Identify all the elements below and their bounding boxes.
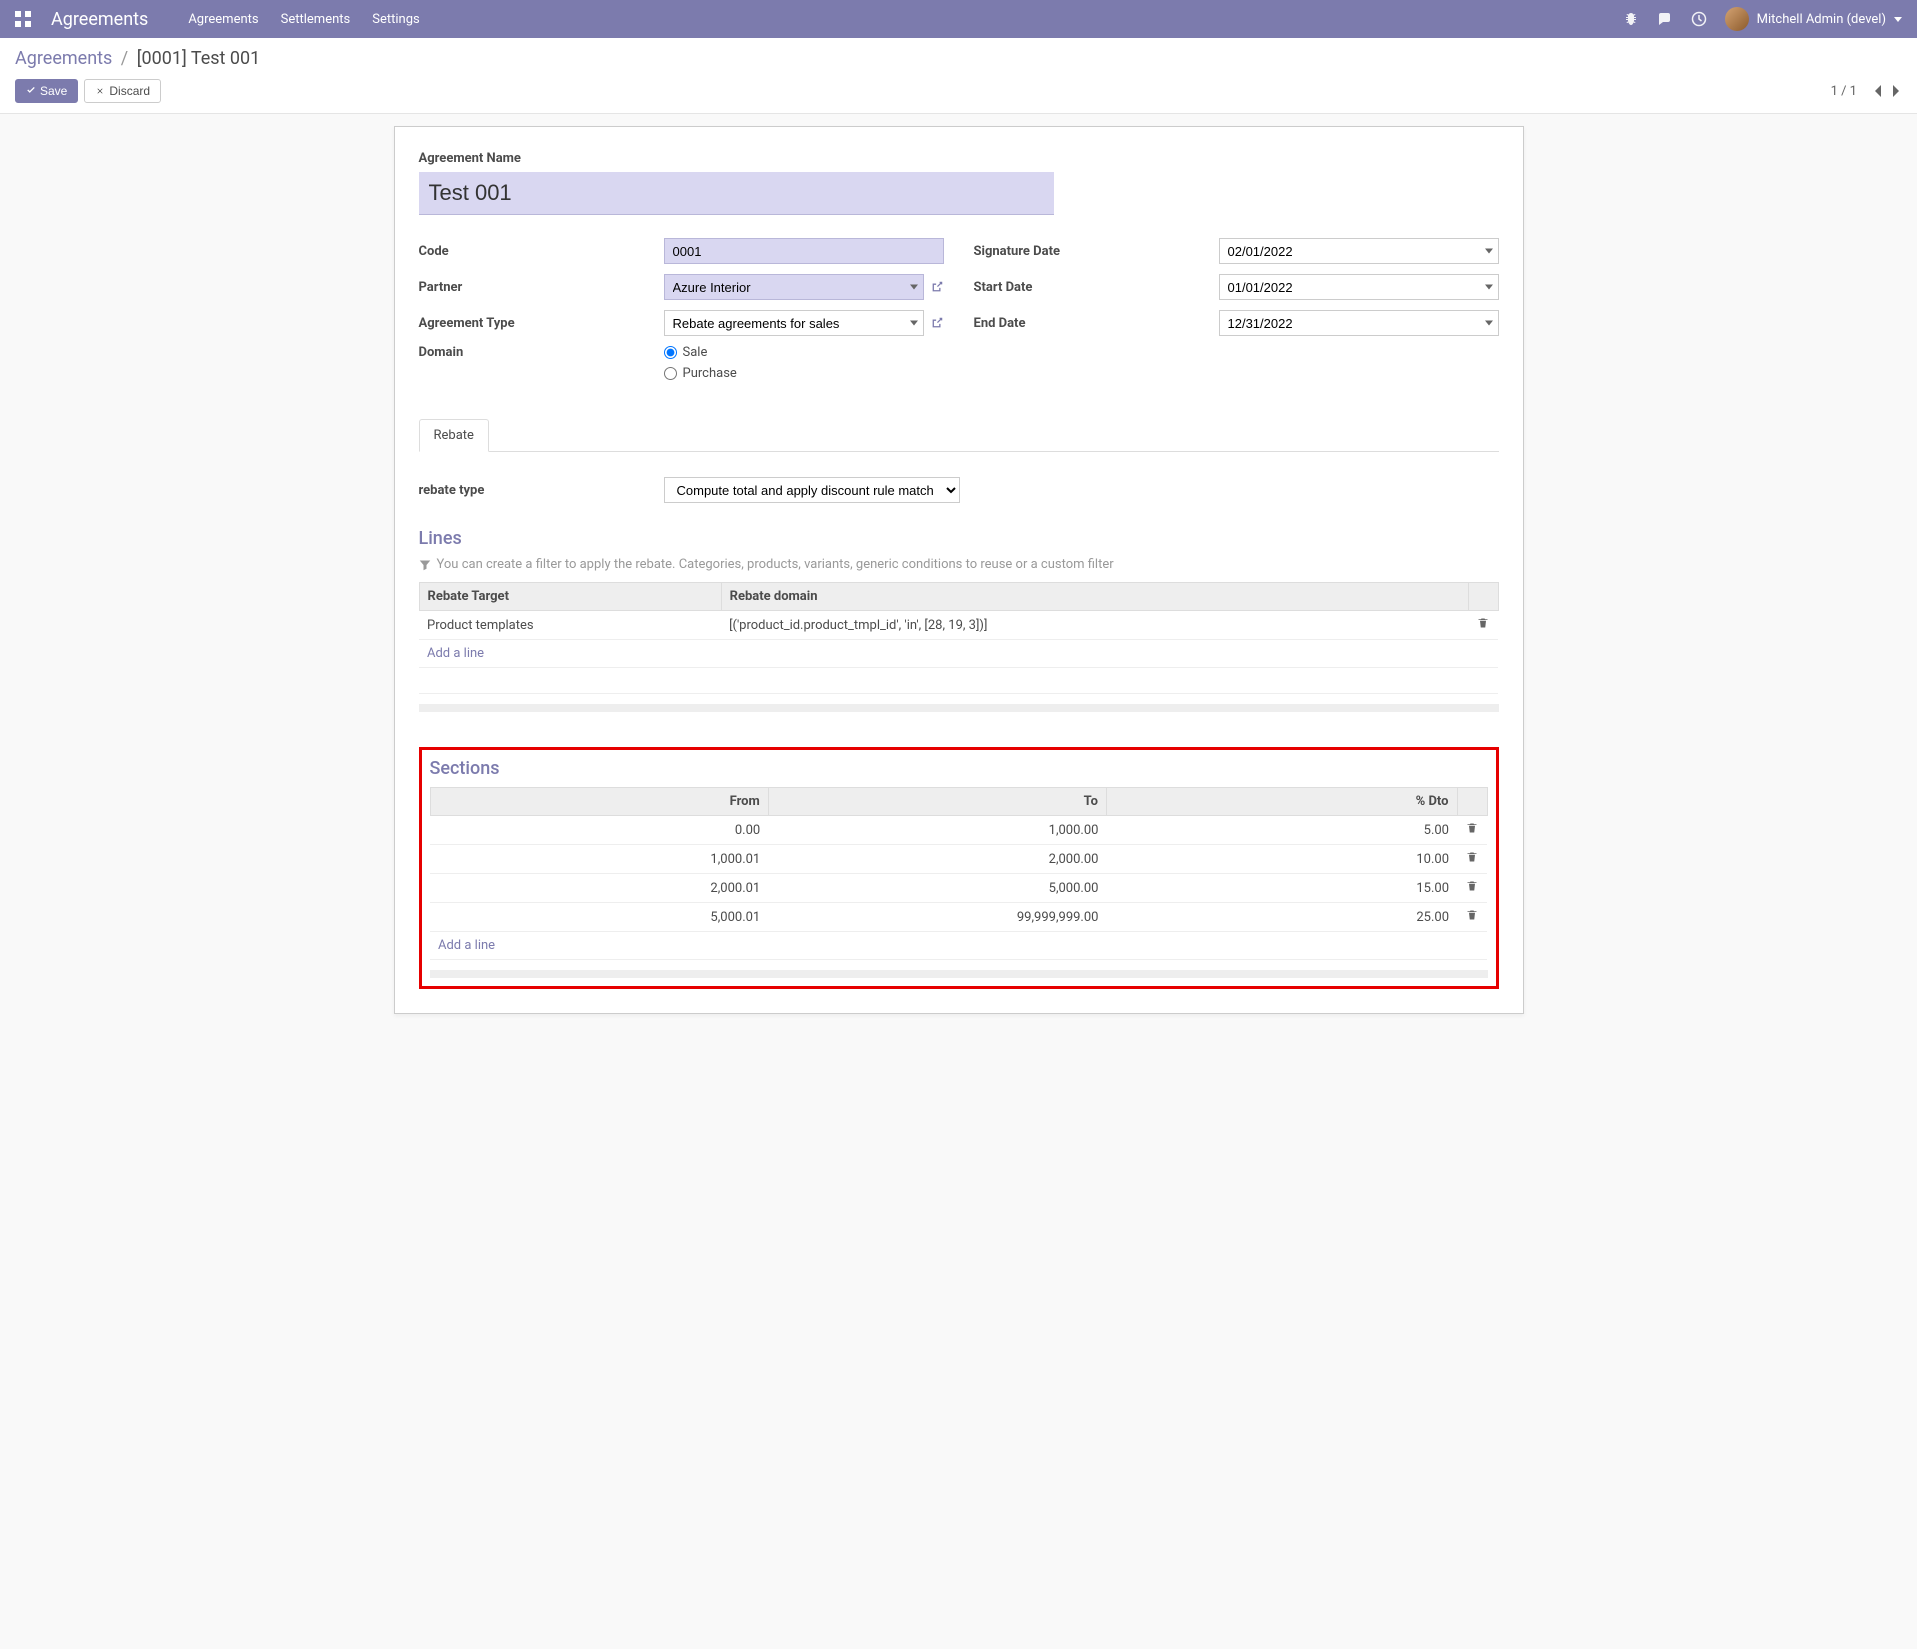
scrollbar[interactable] [430,970,1488,978]
external-link-icon[interactable] [930,280,944,294]
th-to: To [768,788,1106,816]
th-target: Rebate Target [419,583,721,611]
nav-agreements[interactable]: Agreements [188,12,258,27]
save-button-label: Save [40,84,67,98]
pager-prev-icon[interactable] [1872,84,1884,98]
type-label: Agreement Type [419,316,664,331]
breadcrumb: Agreements / [0001] Test 001 [15,48,1902,69]
table-row[interactable]: 2,000.015,000.0015.00 [430,874,1487,903]
pager-next-icon[interactable] [1890,84,1902,98]
lines-table: Rebate Target Rebate domain Product temp… [419,582,1499,694]
th-dto: % Dto [1106,788,1457,816]
control-panel: Agreements / [0001] Test 001 Save Discar… [0,38,1917,114]
save-button[interactable]: Save [15,79,78,103]
sigdate-input[interactable] [1219,238,1499,264]
table-row[interactable]: 1,000.012,000.0010.00 [430,845,1487,874]
table-row[interactable]: Product templates[('product_id.product_t… [419,611,1498,640]
type-input[interactable] [664,310,924,336]
navbar-brand: Agreements [51,9,148,30]
lines-title: Lines [419,528,1499,549]
trash-icon[interactable] [1466,909,1478,921]
th-domain: Rebate domain [721,583,1468,611]
bug-icon[interactable] [1623,11,1639,27]
tabs: Rebate [419,419,1499,452]
nav-settlements[interactable]: Settlements [281,12,351,27]
nav-menu: Agreements Settlements Settings [188,12,419,27]
discard-button-label: Discard [109,84,150,98]
user-menu[interactable]: Mitchell Admin (devel) [1725,7,1902,31]
external-link-icon[interactable] [930,316,944,330]
code-input[interactable] [664,238,944,264]
breadcrumb-current: [0001] Test 001 [137,48,261,69]
partner-input[interactable] [664,274,924,300]
table-row[interactable]: 0.001,000.005.00 [430,816,1487,845]
partner-label: Partner [419,280,664,295]
name-input[interactable] [419,172,1054,215]
add-section-line[interactable]: Add a line [430,932,1487,960]
trash-icon[interactable] [1466,851,1478,863]
trash-icon[interactable] [1477,617,1489,629]
breadcrumb-parent[interactable]: Agreements [15,48,112,69]
avatar [1725,7,1749,31]
chat-icon[interactable] [1657,11,1673,27]
add-line[interactable]: Add a line [419,640,1498,668]
navbar: Agreements Agreements Settlements Settin… [0,0,1917,38]
trash-icon[interactable] [1466,880,1478,892]
table-row[interactable]: 5,000.0199,999,999.0025.00 [430,903,1487,932]
filter-icon [419,559,431,571]
nav-settings[interactable]: Settings [372,12,419,27]
end-label: End Date [974,316,1219,331]
trash-icon[interactable] [1466,822,1478,834]
end-input[interactable] [1219,310,1499,336]
sigdate-label: Signature Date [974,244,1219,259]
rebate-type-select[interactable]: Compute total and apply discount rule ma… [664,477,960,503]
tab-rebate[interactable]: Rebate [419,419,489,452]
domain-purchase-radio[interactable]: Purchase [664,366,737,381]
pager-text: 1 / 1 [1831,84,1857,99]
discard-button[interactable]: Discard [84,79,161,103]
lines-hint: You can create a filter to apply the reb… [419,557,1499,572]
clock-icon[interactable] [1691,11,1707,27]
sections-title: Sections [430,758,1488,779]
chevron-down-icon [1894,17,1902,22]
th-from: From [430,788,768,816]
code-label: Code [419,244,664,259]
domain-sale-radio[interactable]: Sale [664,345,737,360]
domain-label: Domain [419,345,664,360]
rebate-type-label: rebate type [419,483,664,498]
form-sheet: Agreement Name Code Partner Agreement Ty… [394,126,1524,1014]
user-name: Mitchell Admin (devel) [1757,12,1886,27]
sections-table: From To % Dto 0.001,000.005.001,000.012,… [430,787,1488,960]
apps-icon[interactable] [15,11,31,27]
start-input[interactable] [1219,274,1499,300]
name-label: Agreement Name [419,151,1499,166]
scrollbar[interactable] [419,704,1499,712]
start-label: Start Date [974,280,1219,295]
sections-highlight: Sections From To % Dto 0.001,000.005.001… [419,747,1499,989]
